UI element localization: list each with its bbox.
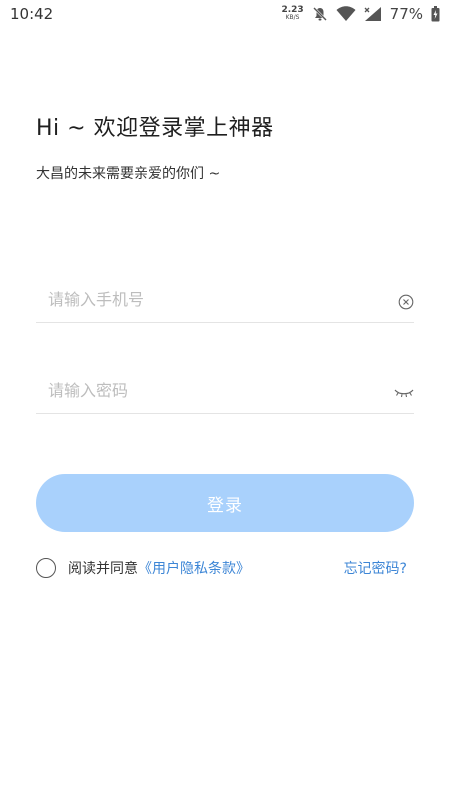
status-icons: 2.23 KB/S 77% [281, 4, 440, 24]
page-title: Hi ~ 欢迎登录掌上神器 [36, 116, 274, 141]
network-speed-unit: KB/S [285, 14, 300, 21]
bell-off-icon [312, 6, 328, 22]
network-speed-value: 2.23 [281, 5, 304, 15]
agree-checkbox[interactable] [36, 558, 56, 578]
eye-closed-icon[interactable] [394, 385, 414, 399]
phone-field [36, 278, 414, 323]
wifi-icon [336, 6, 356, 22]
clear-icon[interactable] [398, 294, 414, 310]
forgot-password-link[interactable]: 忘记密码? [344, 558, 407, 578]
password-field [36, 369, 414, 414]
login-button[interactable]: 登录 [36, 474, 414, 532]
phone-input[interactable] [48, 284, 378, 314]
battery-percent: 77% [389, 5, 423, 23]
agree-text: 阅读并同意 [68, 561, 138, 577]
status-bar: 10:42 2.23 KB/S 77% [0, 0, 450, 26]
status-time: 10:42 [10, 5, 54, 23]
signal-icon [364, 6, 382, 22]
page-subtitle: 大昌的未来需要亲爱的你们 ~ [36, 166, 221, 182]
network-speed: 2.23 KB/S [281, 6, 303, 22]
battery-charging-icon [431, 6, 440, 22]
agreement-row: 阅读并同意 《用户隐私条款》 [36, 556, 250, 580]
privacy-terms-link[interactable]: 《用户隐私条款》 [138, 558, 250, 578]
password-input[interactable] [48, 375, 378, 405]
